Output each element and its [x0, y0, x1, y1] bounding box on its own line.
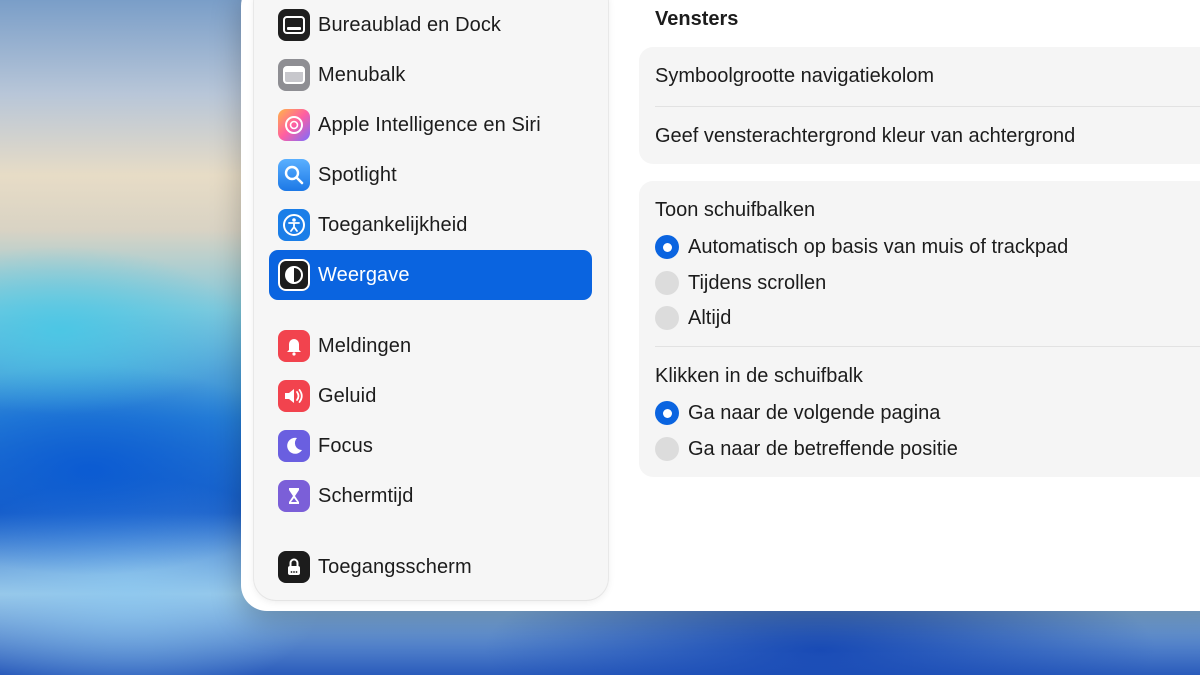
sidebar-item-desktop-dock[interactable]: Bureaublad en Dock	[269, 0, 592, 50]
sidebar-item-notifications[interactable]: Meldingen	[269, 321, 592, 371]
sidebar-item-label: Focus	[318, 434, 373, 457]
magnifier-icon	[278, 159, 310, 191]
sidebar-item-label: Weergave	[318, 263, 410, 286]
radio-label: Altijd	[688, 306, 732, 329]
sidebar-item-label: Spotlight	[318, 163, 397, 186]
divider	[655, 106, 1200, 107]
dock-icon	[278, 9, 310, 41]
radio-label: Automatisch op basis van muis of trackpa…	[688, 235, 1069, 258]
sidebar-item-label: Menubalk	[318, 63, 406, 86]
sidebar-item-menubar[interactable]: Menubalk	[269, 50, 592, 100]
radio-label: Ga naar de betreffende positie	[688, 437, 958, 460]
section-title: Vensters	[655, 8, 739, 30]
radio-button[interactable]	[655, 235, 679, 259]
radio-button[interactable]	[655, 306, 679, 330]
divider	[655, 346, 1200, 347]
sidebar-item-label: Toegankelijkheid	[318, 213, 468, 236]
tint-window-background-setting[interactable]: Geef vensterachtergrond kleur van achter…	[655, 125, 1075, 148]
radio-label: Tijdens scrollen	[688, 271, 827, 294]
appearance-icon	[278, 259, 310, 291]
radio-scrollbars-always[interactable]: Altijd	[655, 306, 731, 330]
sidebar-item-accessibility[interactable]: Toegankelijkheid	[269, 200, 592, 250]
sidebar-item-label: Geluid	[318, 384, 377, 407]
sidebar-item-label: Schermtijd	[318, 484, 414, 507]
sidebar-item-label: Toegangsscherm	[318, 555, 472, 578]
sidebar-item-appearance[interactable]: Weergave	[269, 250, 592, 300]
menubar-icon	[278, 59, 310, 91]
radio-button[interactable]	[655, 401, 679, 425]
sidebar-item-focus[interactable]: Focus	[269, 421, 592, 471]
radio-label: Ga naar de volgende pagina	[688, 401, 941, 424]
hourglass-icon	[278, 480, 310, 512]
radio-scrollbars-automatic[interactable]: Automatisch op basis van muis of trackpa…	[655, 235, 1068, 259]
radio-button[interactable]	[655, 271, 679, 295]
radio-scrollbars-when-scrolling[interactable]: Tijdens scrollen	[655, 271, 826, 295]
sidebar-item-spotlight[interactable]: Spotlight	[269, 150, 592, 200]
radio-button[interactable]	[655, 437, 679, 461]
show-scrollbars-label: Toon schuifbalken	[655, 199, 816, 221]
accessibility-icon	[278, 209, 310, 241]
sidebar-item-apple-intelligence[interactable]: Apple Intelligence en Siri	[269, 100, 592, 150]
radio-jump-clicked-position[interactable]: Ga naar de betreffende positie	[655, 437, 958, 461]
sidebar-item-screen-time[interactable]: Schermtijd	[269, 471, 592, 521]
sidebar-item-label: Meldingen	[318, 334, 412, 357]
radio-jump-next-page[interactable]: Ga naar de volgende pagina	[655, 401, 940, 425]
sidebar-item-label: Bureaublad en Dock	[318, 13, 502, 36]
sidebar-item-sound[interactable]: Geluid	[269, 371, 592, 421]
moon-icon	[278, 430, 310, 462]
apple-intelligence-icon	[278, 109, 310, 141]
sidebar-item-label: Apple Intelligence en Siri	[318, 113, 541, 136]
bell-icon	[278, 330, 310, 362]
sidebar-icon-size-setting[interactable]: Symboolgrootte navigatiekolom	[655, 65, 934, 88]
speaker-icon	[278, 380, 310, 412]
lock-icon	[278, 551, 310, 583]
sidebar-item-lock-screen[interactable]: Toegangsscherm	[269, 542, 592, 592]
click-scrollbar-label: Klikken in de schuifbalk	[655, 365, 863, 387]
